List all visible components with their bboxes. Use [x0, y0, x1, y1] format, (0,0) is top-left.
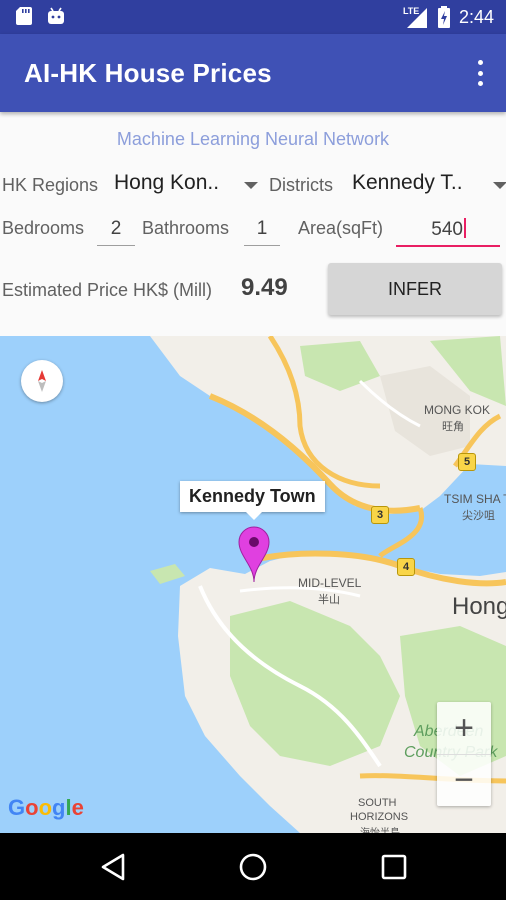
place-label-south-horizons-2: HORIZONS	[350, 811, 409, 823]
prediction-form: Machine Learning Neural Network HK Regio…	[0, 112, 506, 336]
overflow-menu-icon[interactable]	[476, 60, 484, 86]
recents-icon[interactable]	[376, 849, 412, 885]
app-bar: AI-HK House Prices	[0, 34, 506, 112]
place-label-hong-kong: Hong	[452, 593, 506, 620]
place-label-mid-levels-cn: 半山	[318, 594, 340, 606]
compass-button[interactable]	[21, 360, 63, 402]
bathrooms-field[interactable]: 1	[244, 218, 280, 246]
place-label-south-horizons-cn: 海怡半島	[360, 824, 400, 833]
bathrooms-label: Bathrooms	[142, 218, 230, 238]
infer-button[interactable]: INFER	[328, 263, 502, 315]
bedrooms-value: 2	[110, 218, 122, 239]
chevron-down-icon	[493, 182, 506, 189]
status-time: 2:44	[458, 6, 494, 27]
back-icon[interactable]	[96, 849, 132, 885]
region-label: HK Regions	[2, 175, 99, 195]
sd-card-icon	[16, 7, 32, 25]
area-value: 540	[431, 219, 463, 240]
google-logo: Google	[8, 795, 84, 820]
navigation-bar	[0, 833, 506, 900]
area-field[interactable]: 540	[396, 218, 500, 247]
district-spinner[interactable]: Kennedy T..	[350, 168, 506, 202]
place-label-tsim-sha-tsui: TSIM SHA TS	[444, 492, 506, 506]
zoom-in-button[interactable]: +	[437, 702, 491, 754]
place-label-mid-levels: MID-LEVEL	[298, 576, 362, 590]
map-marker-icon[interactable]	[237, 526, 271, 582]
android-icon	[48, 7, 64, 24]
price-value: 9.49	[241, 274, 288, 301]
region-value: Hong Kon..	[114, 171, 220, 194]
route-shield-4: 4	[397, 558, 415, 576]
app-title: AI-HK House Prices	[24, 58, 272, 88]
region-spinner[interactable]: Hong Kon..	[112, 168, 262, 202]
district-value: Kennedy T..	[352, 171, 463, 194]
price-label: Estimated Price HK$ (Mill)	[2, 280, 213, 300]
subtitle: Machine Learning Neural Network	[116, 129, 390, 149]
route-shield-5: 5	[458, 453, 476, 471]
place-label-south-horizons: SOUTH	[358, 797, 397, 809]
place-label-mong-kok: MONG KOK	[424, 403, 491, 417]
lte-signal-icon	[406, 8, 427, 28]
zoom-controls: + −	[437, 702, 491, 806]
bedrooms-label: Bedrooms	[2, 218, 85, 238]
compass-icon	[38, 370, 46, 392]
chevron-down-icon	[244, 182, 258, 189]
district-label: Districts	[269, 175, 333, 195]
battery-icon	[437, 6, 450, 28]
home-icon[interactable]	[235, 849, 271, 885]
area-label: Area(sqFt)	[298, 218, 384, 238]
status-bar: LTE 2:44	[0, 0, 506, 34]
bedrooms-field[interactable]: 2	[97, 218, 135, 246]
marker-info-window[interactable]: Kennedy Town	[180, 481, 325, 520]
bathrooms-value: 1	[256, 218, 268, 239]
place-label-tsim-sha-tsui-cn: 尖沙咀	[462, 510, 495, 522]
place-label-mong-kok-cn: 旺角	[442, 421, 464, 433]
zoom-out-button[interactable]: −	[437, 754, 491, 806]
map-view[interactable]: MONG KOK 旺角 TSIM SHA TS 尖沙咀 MID-LEVEL 半山…	[0, 336, 506, 833]
route-shield-3: 3	[371, 506, 389, 524]
